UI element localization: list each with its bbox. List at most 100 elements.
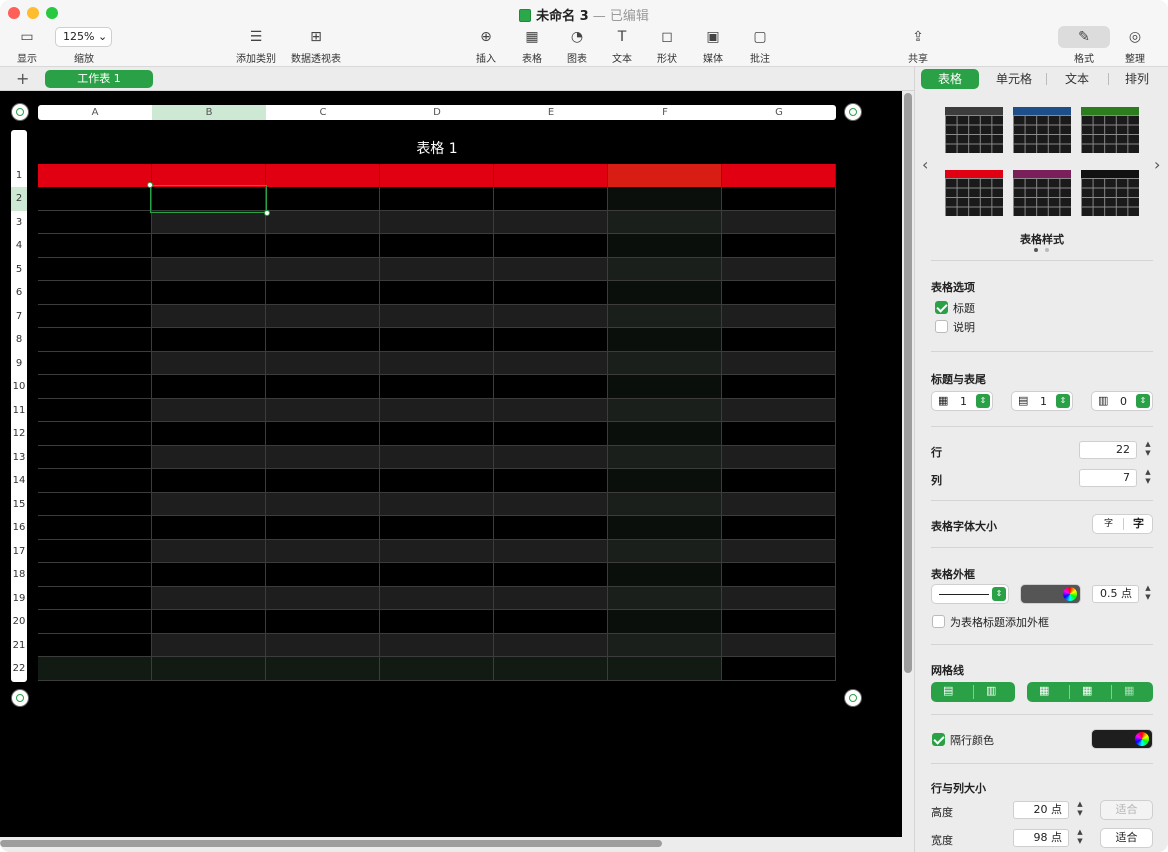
table-button[interactable]: ▦ 表格: [518, 27, 546, 65]
table-cell[interactable]: [38, 586, 152, 610]
table-cell[interactable]: [152, 657, 266, 681]
table-cell[interactable]: [722, 422, 836, 446]
height-stepper[interactable]: ▲ ▼: [1075, 800, 1085, 820]
table-cell[interactable]: [152, 328, 266, 352]
vertical-scrollbar[interactable]: [904, 93, 912, 673]
table-cell[interactable]: [152, 422, 266, 446]
table-cell[interactable]: [266, 445, 380, 469]
columns-field[interactable]: 7: [1079, 469, 1137, 487]
table-cell[interactable]: [494, 351, 608, 375]
table-cell[interactable]: [608, 351, 722, 375]
row-header-17[interactable]: 17: [11, 540, 27, 564]
table-cell[interactable]: [722, 657, 836, 681]
table-cell[interactable]: [266, 469, 380, 493]
table-cell[interactable]: [608, 633, 722, 657]
table-cell[interactable]: [608, 563, 722, 587]
table-style-5[interactable]: [1013, 170, 1071, 216]
row-header-22[interactable]: 22: [11, 657, 27, 681]
table-cell[interactable]: [152, 610, 266, 634]
table-cell[interactable]: [152, 351, 266, 375]
tab-arrange[interactable]: 排列: [1109, 69, 1165, 89]
footer-rows-stepper[interactable]: ▥ 0 ⇕: [1091, 391, 1153, 411]
gridlines-header-segment[interactable]: ▦ ▦ ▦: [1027, 682, 1153, 702]
table-cell[interactable]: [152, 492, 266, 516]
media-button[interactable]: ▣ 媒体: [699, 27, 727, 65]
table-cell[interactable]: [38, 328, 152, 352]
table-cell[interactable]: [608, 422, 722, 446]
row-header-19[interactable]: 19: [11, 587, 27, 611]
table-cell[interactable]: [152, 398, 266, 422]
table-cell[interactable]: [380, 210, 494, 234]
table-cell[interactable]: [380, 398, 494, 422]
table-cell[interactable]: [494, 516, 608, 540]
header-row-gridlines-icon[interactable]: ▦: [1039, 684, 1049, 697]
table-style-6[interactable]: [1081, 170, 1139, 216]
document-name[interactable]: 未命名 3: [536, 9, 589, 24]
chevron-left-icon[interactable]: ‹: [922, 155, 928, 174]
table-cell[interactable]: [494, 492, 608, 516]
row-header-13[interactable]: 13: [11, 446, 27, 470]
table-cell[interactable]: [608, 445, 722, 469]
table-cell[interactable]: [266, 422, 380, 446]
row-header-21[interactable]: 21: [11, 634, 27, 658]
table-style-3[interactable]: [1081, 107, 1139, 153]
table-style-1[interactable]: [945, 107, 1003, 153]
table-cell[interactable]: [722, 516, 836, 540]
header-column-gridlines-icon[interactable]: ▦: [1082, 684, 1092, 697]
tab-cell[interactable]: 单元格: [983, 69, 1045, 89]
row-header-18[interactable]: 18: [11, 563, 27, 587]
table-cell[interactable]: [266, 563, 380, 587]
row-header-11[interactable]: 11: [11, 399, 27, 423]
table-cell[interactable]: [38, 610, 152, 634]
row-header-4[interactable]: 4: [11, 234, 27, 258]
table-cell[interactable]: [38, 234, 152, 258]
table-cell[interactable]: [380, 633, 494, 657]
table-cell[interactable]: [380, 539, 494, 563]
outline-width-field[interactable]: 0.5 点: [1092, 585, 1139, 603]
table-cell[interactable]: [152, 469, 266, 493]
table-cell[interactable]: [608, 187, 722, 211]
format-button[interactable]: ✎ 格式: [1070, 27, 1098, 65]
column-header-d[interactable]: D: [380, 105, 494, 120]
tab-table[interactable]: 表格: [921, 69, 979, 89]
column-header-b[interactable]: B: [152, 105, 266, 120]
table-cell[interactable]: [380, 610, 494, 634]
table-cell[interactable]: [722, 281, 836, 305]
row-header-8[interactable]: 8: [11, 328, 27, 352]
title-checkbox[interactable]: [935, 301, 948, 314]
table-cell[interactable]: [608, 328, 722, 352]
row-header-2[interactable]: 2: [11, 187, 27, 211]
table-cell[interactable]: [266, 234, 380, 258]
table-cell[interactable]: [152, 304, 266, 328]
table-cell[interactable]: [266, 398, 380, 422]
caption-checkbox[interactable]: [935, 320, 948, 333]
row-header-16[interactable]: 16: [11, 516, 27, 540]
table-cell[interactable]: [608, 492, 722, 516]
table-cell[interactable]: [266, 633, 380, 657]
table-cell[interactable]: [266, 586, 380, 610]
comment-button[interactable]: ▢ 批注: [746, 27, 774, 65]
table-cell[interactable]: [380, 445, 494, 469]
table-cell[interactable]: [722, 563, 836, 587]
add-category-button[interactable]: ☰ 添加类别: [232, 27, 280, 65]
table-cell[interactable]: [494, 210, 608, 234]
row-header-1[interactable]: 1: [11, 164, 27, 187]
column-header-g[interactable]: G: [722, 105, 836, 120]
font-size-segment[interactable]: 字 字: [1092, 514, 1153, 534]
table-cell[interactable]: [722, 187, 836, 211]
table-cell[interactable]: [494, 257, 608, 281]
table-cell[interactable]: [494, 563, 608, 587]
table-cell[interactable]: [152, 563, 266, 587]
title-outline-checkbox[interactable]: [932, 615, 945, 628]
table-cell[interactable]: [494, 422, 608, 446]
horizontal-gridlines-icon[interactable]: ▤: [943, 684, 953, 697]
table-cell[interactable]: [380, 234, 494, 258]
table-cell[interactable]: [722, 539, 836, 563]
header-cell[interactable]: [152, 164, 266, 187]
vertical-gridlines-icon[interactable]: ▥: [986, 684, 996, 697]
table-cell[interactable]: [608, 375, 722, 399]
table-cell[interactable]: [722, 257, 836, 281]
fit-height-button[interactable]: 适合: [1100, 800, 1153, 820]
table-cell[interactable]: [38, 492, 152, 516]
footer-gridlines-icon[interactable]: ▦: [1124, 684, 1134, 697]
